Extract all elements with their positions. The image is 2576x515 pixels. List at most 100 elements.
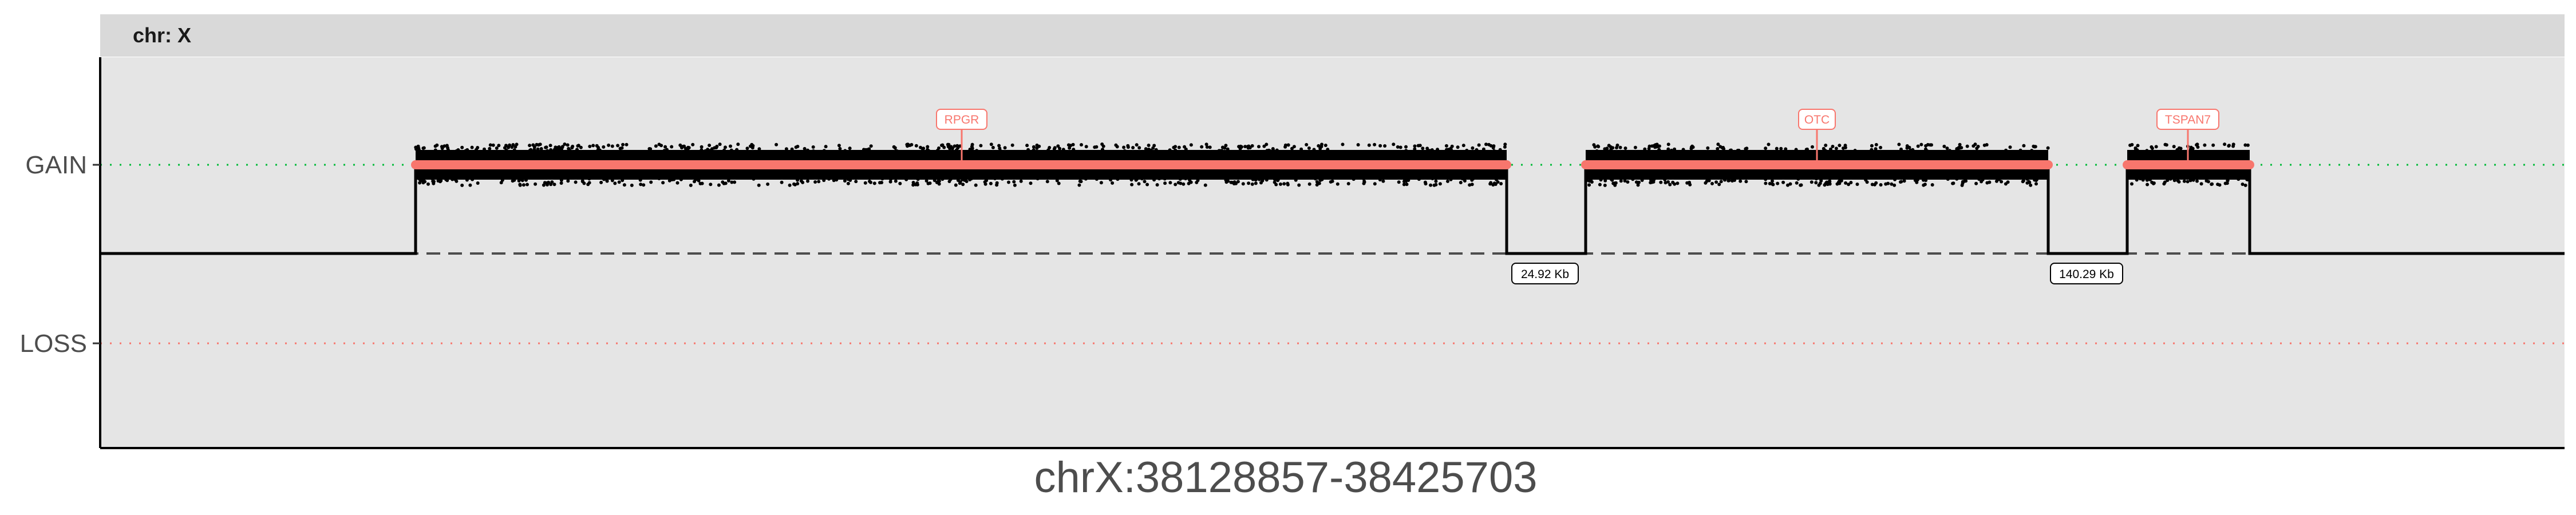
probe-point xyxy=(1794,148,1798,152)
probe-point xyxy=(926,145,930,149)
probe-point xyxy=(1599,178,1603,182)
probe-point xyxy=(1277,177,1281,181)
probe-point xyxy=(803,146,807,150)
probe-point xyxy=(422,146,426,150)
probe-point xyxy=(1886,181,1890,185)
probe-point xyxy=(1312,148,1316,152)
gap-label-1: 24.92 Kb xyxy=(1511,263,1579,284)
probe-point xyxy=(998,149,1002,153)
probe-point xyxy=(544,145,548,149)
probe-point xyxy=(1796,177,1800,181)
probe-point xyxy=(1976,145,1980,148)
probe-point xyxy=(621,179,625,183)
probe-point xyxy=(1183,145,1187,149)
probe-point xyxy=(1609,148,1613,152)
probe-point xyxy=(1471,146,1475,150)
probe-point xyxy=(2223,181,2227,185)
probe-point xyxy=(1143,180,1147,184)
probe-point xyxy=(586,183,590,187)
probe-point xyxy=(2135,148,2139,152)
probe-point xyxy=(894,149,898,153)
probe-point xyxy=(416,144,420,148)
probe-point xyxy=(1919,142,1923,146)
probe-point xyxy=(570,146,574,150)
probe-point xyxy=(1013,183,1017,187)
probe-point xyxy=(1126,145,1130,149)
probe-point xyxy=(1144,147,1148,151)
probe-point xyxy=(1265,178,1269,182)
probe-point xyxy=(1184,177,1188,181)
probe-point xyxy=(2008,145,2012,149)
probe-point xyxy=(2241,183,2245,186)
probe-point xyxy=(1618,145,1622,149)
probe-point xyxy=(1224,144,1228,148)
probe-point xyxy=(868,179,871,183)
probe-point xyxy=(1168,181,1172,185)
probe-point xyxy=(983,180,987,184)
probe-point xyxy=(1607,144,1611,148)
probe-point xyxy=(528,148,532,152)
probe-point xyxy=(2231,142,2235,146)
probe-point xyxy=(455,179,459,183)
probe-point xyxy=(1477,143,1481,147)
probe-point xyxy=(1381,179,1385,183)
probe-point xyxy=(1955,177,1959,181)
probe-point xyxy=(2186,180,2190,184)
probe-point xyxy=(1404,145,1408,149)
probe-point xyxy=(1893,177,1897,181)
probe-point xyxy=(1499,182,1503,185)
probe-point xyxy=(2004,148,2008,152)
probe-point xyxy=(1262,144,1266,148)
probe-point xyxy=(1615,143,1619,147)
probe-point xyxy=(1432,183,1436,187)
probe-point xyxy=(1135,177,1139,181)
probe-point xyxy=(1643,147,1647,151)
probe-point xyxy=(1942,144,1946,148)
probe-point xyxy=(2182,179,2186,183)
probe-point xyxy=(2189,145,2193,149)
probe-point xyxy=(724,181,728,185)
probe-point xyxy=(625,142,629,146)
probe-point xyxy=(2196,145,2200,149)
probe-point xyxy=(475,148,478,152)
probe-point xyxy=(1673,147,1677,151)
probe-point xyxy=(1449,146,1453,150)
probe-point xyxy=(1424,182,1428,186)
probe-point xyxy=(794,145,798,149)
probe-point xyxy=(935,148,939,152)
probe-point xyxy=(678,143,682,147)
probe-point xyxy=(2150,146,2154,150)
probe-point xyxy=(1352,177,1356,181)
probe-point xyxy=(1176,181,1180,185)
probe-point xyxy=(1155,183,1159,187)
probe-point xyxy=(1109,178,1113,182)
probe-point xyxy=(1593,145,1597,149)
probe-point xyxy=(1716,147,1720,150)
probe-point xyxy=(806,179,809,183)
probe-point xyxy=(751,144,755,148)
probe-point xyxy=(1032,148,1036,152)
probe-point xyxy=(1275,148,1279,152)
probe-point xyxy=(1496,180,1500,184)
probe-point xyxy=(2177,146,2181,150)
probe-point xyxy=(546,149,550,153)
probe-point xyxy=(937,179,941,183)
probe-point xyxy=(605,179,609,183)
probe-point xyxy=(822,149,826,153)
probe-point xyxy=(550,180,554,184)
probe-point xyxy=(927,149,931,153)
probe-point xyxy=(752,177,756,181)
probe-point xyxy=(1652,177,1656,181)
probe-point xyxy=(947,180,951,183)
probe-point xyxy=(1418,144,1422,148)
probe-point xyxy=(657,177,661,180)
probe-point xyxy=(1598,183,1602,187)
probe-point xyxy=(924,179,929,183)
probe-point xyxy=(1609,177,1613,181)
probe-point xyxy=(1930,183,1934,187)
probe-point xyxy=(1045,180,1049,184)
probe-point xyxy=(1346,182,1350,185)
gap-label-text: 140.29 Kb xyxy=(2059,268,2114,281)
probe-point xyxy=(811,145,815,149)
probe-point xyxy=(863,181,867,185)
